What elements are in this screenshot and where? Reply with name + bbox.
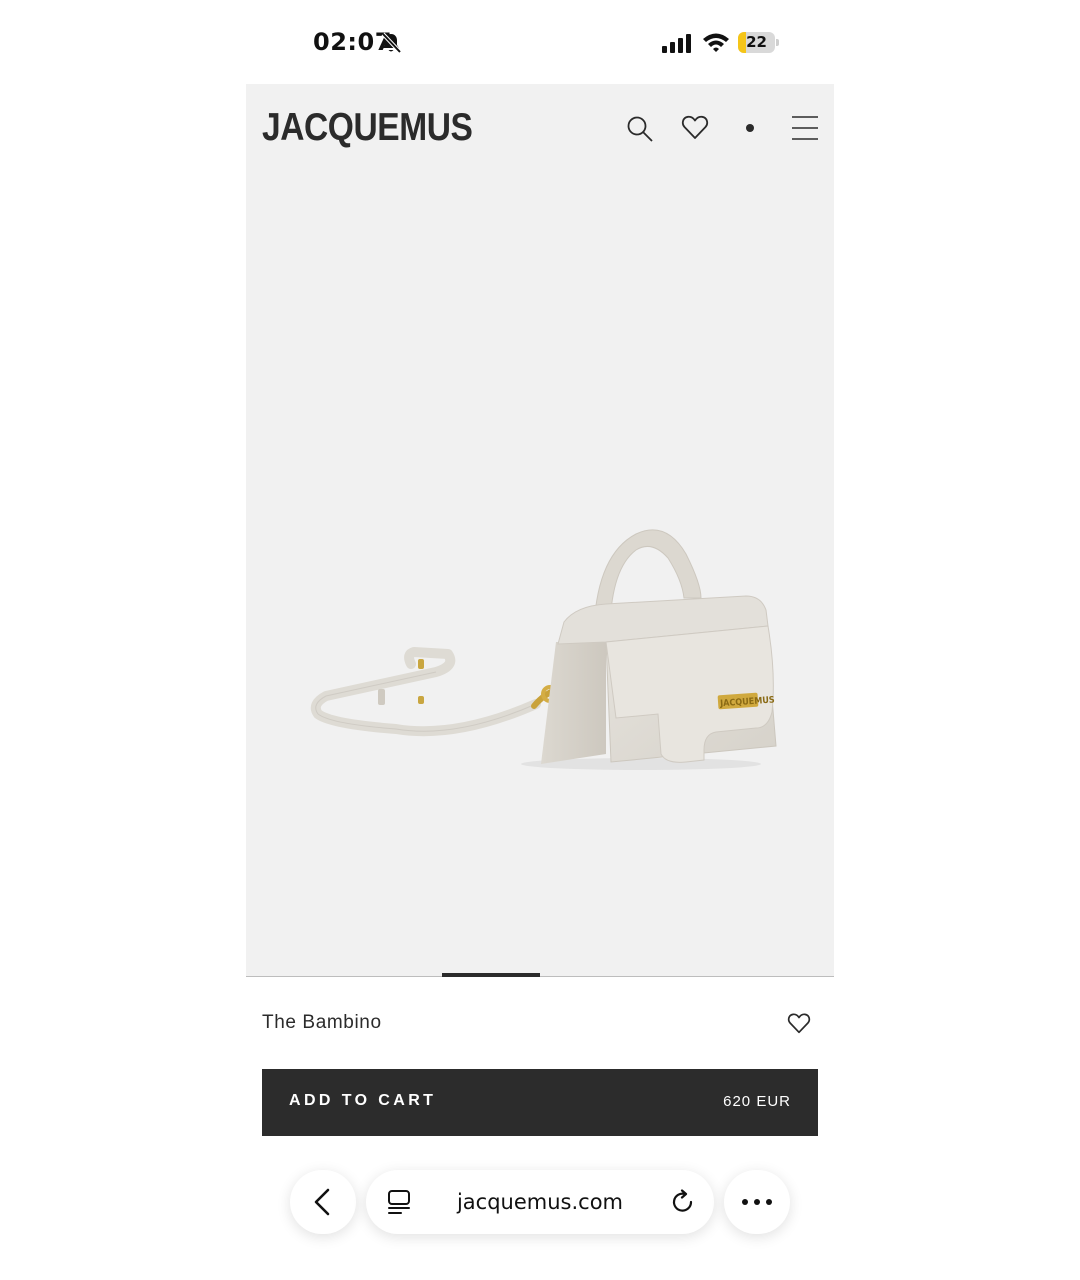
tabs-icon[interactable] <box>386 1189 412 1215</box>
product-gallery[interactable]: JACQUEMUS JACQUEMUS <box>246 84 834 977</box>
back-button[interactable] <box>290 1170 356 1234</box>
brand-logo[interactable]: JACQUEMUS <box>262 106 473 150</box>
more-icon <box>742 1199 772 1205</box>
reload-icon[interactable] <box>670 1189 696 1215</box>
product-price: 620 EUR <box>723 1093 791 1110</box>
heart-icon[interactable] <box>681 114 709 140</box>
add-to-cart-label: ADD TO CART <box>289 1092 437 1109</box>
product-page: JACQUEMUS JACQUEMUS The Bambino ADD TO C… <box>246 84 834 1136</box>
gallery-progress-indicator <box>442 973 540 977</box>
product-name: The Bambino <box>262 1012 382 1033</box>
status-bar: 02:07 22 <box>0 0 1080 84</box>
back-icon <box>314 1188 330 1216</box>
url-text[interactable]: jacquemus.com <box>436 1190 644 1214</box>
more-button[interactable] <box>724 1170 790 1234</box>
product-image[interactable]: JACQUEMUS <box>306 514 786 774</box>
add-to-cart-button[interactable]: ADD TO CART 620 EUR <box>262 1069 818 1136</box>
heart-icon[interactable] <box>787 1012 811 1034</box>
bell-slash-icon <box>381 32 402 54</box>
menu-icon[interactable] <box>792 116 818 140</box>
battery-level: 22 <box>746 33 767 51</box>
gallery-progress-track <box>246 976 834 977</box>
signal-icon <box>662 34 691 53</box>
browser-toolbar: jacquemus.com <box>0 1160 1080 1250</box>
address-bar[interactable]: jacquemus.com <box>366 1170 714 1234</box>
battery-icon: 22 <box>738 32 779 53</box>
cart-dot-icon[interactable] <box>745 123 755 133</box>
search-icon[interactable] <box>626 115 654 143</box>
wifi-icon <box>703 33 729 52</box>
